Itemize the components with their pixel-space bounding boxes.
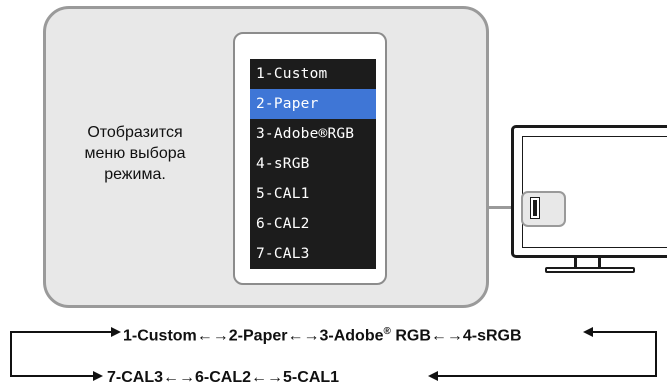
seq-cal2: 6-CAL2 xyxy=(195,369,252,386)
arrow-icon: ←→ xyxy=(251,369,284,386)
seq-srgb: 4-sRGB xyxy=(462,327,522,345)
mode-sequence-row-1: 1-Custom←→2-Paper←→3-Adobe® RGB←→4-sRGB xyxy=(123,326,522,345)
seq-cal1: 5-CAL1 xyxy=(283,369,340,386)
arrow-icon: ←→ xyxy=(287,327,320,345)
seq-paper: 2-Paper xyxy=(228,327,288,345)
seq-cal3: 7-CAL3 xyxy=(107,369,164,386)
arrow-icon: ←→ xyxy=(430,327,463,345)
seq-rgb: RGB xyxy=(395,327,431,345)
registered-mark: ® xyxy=(383,326,391,337)
seq-adobe: 3-Adobe xyxy=(319,327,384,345)
mode-sequence-row-2: 7-CAL3←→6-CAL2←→5-CAL1 xyxy=(107,369,339,387)
arrow-icon: ←→ xyxy=(163,369,196,386)
arrow-icon: ←→ xyxy=(196,327,229,345)
seq-custom: 1-Custom xyxy=(123,327,197,345)
